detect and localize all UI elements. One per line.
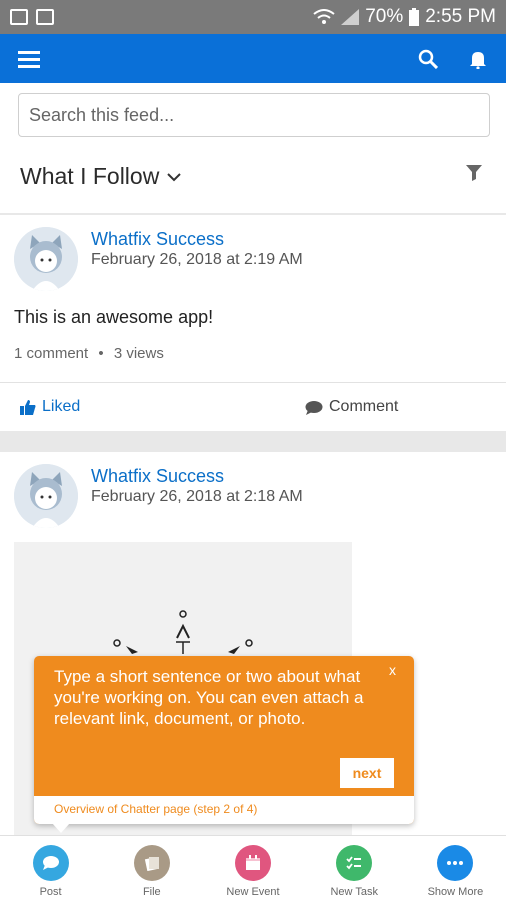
status-bar: 70% 2:55 PM <box>0 0 506 34</box>
post-action-label: Post <box>39 886 62 898</box>
avatar[interactable] <box>14 464 78 528</box>
filter-icon[interactable] <box>466 165 482 181</box>
like-label: Liked <box>42 398 81 415</box>
post-icon <box>32 845 69 881</box>
gallery-icon <box>10 9 28 25</box>
thumbs-up-icon <box>20 399 36 415</box>
new-task-action[interactable]: New Task <box>304 836 405 900</box>
bottom-action-bar: Post File New Event New Task Show More <box>0 835 506 900</box>
walkthrough-tooltip: Type a short sentence or two about what … <box>34 656 414 833</box>
feed-post: Whatfix Success February 26, 2018 at 2:1… <box>0 215 506 431</box>
tooltip-footer: Overview of Chatter page (step 2 of 4) <box>34 796 414 824</box>
signal-icon <box>341 9 360 25</box>
new-task-label: New Task <box>330 886 378 898</box>
bell-icon[interactable] <box>468 49 488 69</box>
file-action[interactable]: File <box>101 836 202 900</box>
comment-icon <box>305 400 323 415</box>
more-dots-icon <box>437 845 474 881</box>
search-input[interactable] <box>18 93 490 137</box>
chevron-down-icon <box>167 172 182 181</box>
tooltip-close-button[interactable]: x <box>389 662 396 678</box>
post-text: This is an awesome app! <box>14 307 214 327</box>
comment-label: Comment <box>329 398 399 415</box>
app-bar <box>0 34 506 83</box>
post-meta: 1 comment • 3 views <box>14 345 164 362</box>
battery-percent: 70% <box>365 6 404 27</box>
comment-count[interactable]: 1 comment <box>14 345 88 362</box>
tooltip-pointer <box>52 823 70 833</box>
like-button[interactable]: Liked <box>20 398 80 416</box>
tooltip-text: Type a short sentence or two about what … <box>54 667 364 728</box>
show-more-label: Show More <box>427 886 484 898</box>
view-count: 3 views <box>113 345 164 362</box>
search-icon[interactable] <box>418 49 438 69</box>
clock: 2:55 PM <box>425 6 496 27</box>
calendar-icon <box>36 9 54 25</box>
new-event-label: New Event <box>226 886 280 898</box>
menu-icon[interactable] <box>18 50 40 68</box>
task-checklist-icon <box>336 845 373 881</box>
post-actions: Liked Comment <box>0 382 506 431</box>
post-action[interactable]: Post <box>0 836 101 900</box>
file-action-label: File <box>142 886 161 898</box>
new-event-action[interactable]: New Event <box>202 836 303 900</box>
post-date: February 26, 2018 at 2:18 AM <box>91 488 303 505</box>
wifi-icon <box>313 9 335 24</box>
next-button[interactable]: next <box>340 758 394 788</box>
avatar[interactable] <box>14 227 78 291</box>
feed-filter-dropdown[interactable]: What I Follow <box>20 163 182 190</box>
calendar-event-icon <box>235 845 271 881</box>
meta-separator: • <box>98 345 104 362</box>
file-icon <box>133 845 170 881</box>
feed-header: What I Follow <box>0 83 506 213</box>
post-author[interactable]: Whatfix Success <box>91 229 224 250</box>
tooltip-step-link[interactable]: Overview of Chatter page (step 2 of 4) <box>54 802 257 816</box>
comment-button[interactable]: Comment <box>305 398 398 416</box>
feed-filter-label: What I Follow <box>20 163 160 189</box>
post-date: February 26, 2018 at 2:19 AM <box>91 251 303 268</box>
show-more-action[interactable]: Show More <box>405 836 506 900</box>
battery-icon <box>409 8 420 26</box>
post-author[interactable]: Whatfix Success <box>91 466 224 487</box>
